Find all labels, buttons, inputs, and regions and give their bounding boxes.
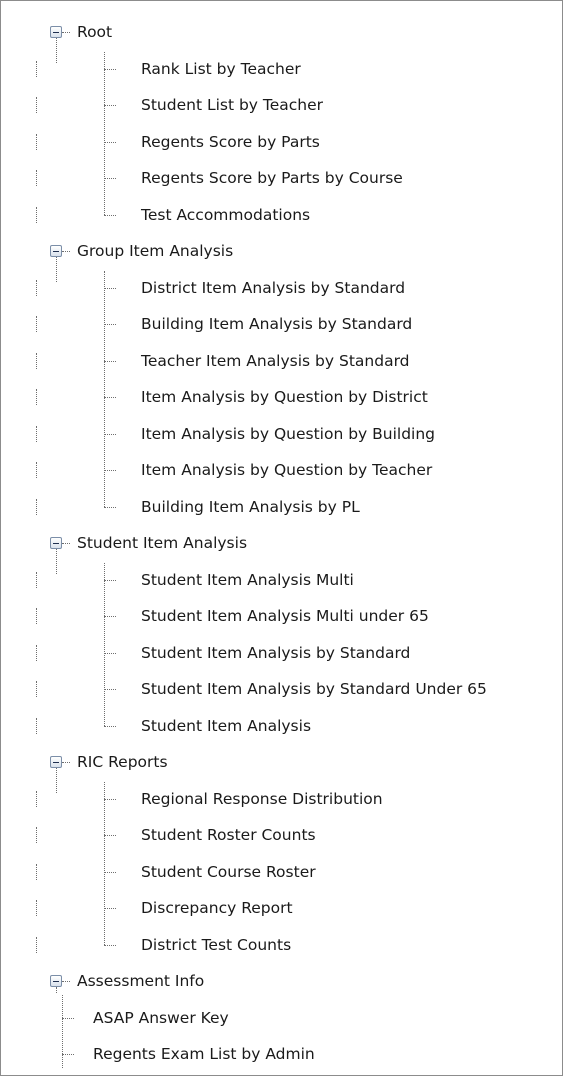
- tree-connector-line: [36, 900, 37, 916]
- tree-connector-line: [36, 644, 37, 661]
- tree-connector-line: [62, 981, 70, 982]
- tree-connector-line: [36, 936, 37, 953]
- tree-connector-line: [104, 287, 116, 289]
- tree-connector-line: [36, 498, 37, 515]
- report-tree-panel: Root Rank List by Teacher Student List by …: [0, 0, 563, 1076]
- tree-connector-line: [36, 790, 37, 807]
- tree-connector-line: [104, 835, 116, 836]
- tree-connector-line: [104, 141, 116, 143]
- minus-icon: [53, 31, 59, 33]
- tree-connector-line: [104, 68, 116, 70]
- tree-connector-line: [36, 316, 37, 332]
- tree-connector-line: [104, 652, 116, 654]
- tree-leaf-label[interactable]: Regents Score by Parts: [141, 132, 320, 152]
- tree-connector-line: [36, 60, 37, 77]
- tree-connector-line: [36, 608, 37, 624]
- tree-connector-line: [104, 433, 116, 435]
- tree-connector-line: [104, 798, 116, 800]
- tree-connector-line: [104, 105, 116, 106]
- tree-leaf-label[interactable]: Student Item Analysis by Standard: [141, 643, 410, 663]
- tree-connector-line: [104, 470, 116, 471]
- tree-connector-line: [104, 579, 116, 581]
- tree-leaf-label[interactable]: Student Course Roster: [141, 862, 316, 882]
- tree-connector-line: [104, 178, 116, 179]
- tree-connector-line: [36, 681, 37, 697]
- tree-connector-line: [104, 908, 116, 909]
- tree-connector-line: [62, 543, 70, 544]
- tree-connector-line: [104, 360, 116, 362]
- tree-leaf-label[interactable]: Item Analysis by Question by Teacher: [141, 460, 432, 480]
- tree-connector-line: [62, 1054, 74, 1055]
- tree-connector-line: [36, 97, 37, 113]
- tree-connector-line: [36, 206, 37, 223]
- tree-connector-line: [104, 324, 116, 325]
- minus-icon: [53, 542, 59, 544]
- tree-connector-line: [104, 214, 116, 216]
- minus-icon: [53, 761, 59, 763]
- tree-connector-line: [104, 616, 116, 617]
- tree-connector-line: [104, 725, 116, 727]
- tree-connector-line: [36, 170, 37, 186]
- tree-leaf-label[interactable]: Student Item Analysis: [141, 716, 311, 736]
- tree-group-label[interactable]: Group Item Analysis: [77, 241, 233, 261]
- tree-leaf-label[interactable]: Item Analysis by Question by District: [141, 387, 428, 407]
- tree-leaf-label[interactable]: Discrepancy Report: [141, 898, 293, 918]
- tree-leaf-node[interactable]: [1, 1000, 562, 1036]
- tree-leaf-label[interactable]: Regional Response Distribution: [141, 789, 383, 809]
- tree-group-label[interactable]: RIC Reports: [77, 752, 168, 772]
- tree-connector-line: [36, 571, 37, 588]
- tree-leaf-label[interactable]: District Item Analysis by Standard: [141, 278, 405, 298]
- tree-group-label[interactable]: Assessment Info: [77, 971, 204, 991]
- tree-leaf-label[interactable]: ASAP Answer Key: [93, 1008, 229, 1028]
- tree-connector-line: [104, 944, 116, 946]
- minus-icon: [53, 980, 59, 982]
- tree-connector-line: [36, 389, 37, 405]
- tree-group-label[interactable]: Root: [77, 22, 112, 42]
- tree-connector-line: [36, 827, 37, 843]
- tree-connector-line: [56, 987, 57, 993]
- tree-connector-line: [36, 133, 37, 150]
- tree-connector-line: [36, 425, 37, 442]
- tree-connector-line: [36, 279, 37, 296]
- tree-leaf-label[interactable]: Teacher Item Analysis by Standard: [141, 351, 410, 371]
- tree-leaf-label[interactable]: Student List by Teacher: [141, 95, 323, 115]
- tree-leaf-label[interactable]: Regents Exam List by Admin: [93, 1044, 315, 1064]
- tree-connector-line: [104, 689, 116, 690]
- tree-leaf-label[interactable]: Regents Score by Parts by Course: [141, 168, 403, 188]
- tree-connector-line: [36, 352, 37, 369]
- tree-leaf-label[interactable]: Student Item Analysis Multi under 65: [141, 606, 429, 626]
- tree-connector-line: [104, 506, 116, 508]
- tree-leaf-label[interactable]: Student Item Analysis Multi: [141, 570, 354, 590]
- tree-connector-line: [36, 863, 37, 880]
- tree-connector-line: [62, 1017, 74, 1019]
- collapse-toggle-icon[interactable]: [50, 756, 62, 768]
- tree-leaf-label[interactable]: Student Roster Counts: [141, 825, 316, 845]
- tree-group-label[interactable]: Student Item Analysis: [77, 533, 247, 553]
- tree-connector-line: [36, 462, 37, 478]
- tree-connector-line: [36, 717, 37, 734]
- tree-leaf-label[interactable]: District Test Counts: [141, 935, 291, 955]
- tree-leaf-label[interactable]: Rank List by Teacher: [141, 59, 301, 79]
- tree-leaf-label[interactable]: Test Accommodations: [141, 205, 310, 225]
- tree-leaf-label[interactable]: Student Item Analysis by Standard Under …: [141, 679, 487, 699]
- minus-icon: [53, 250, 59, 252]
- tree-connector-line: [62, 32, 70, 33]
- collapse-toggle-icon[interactable]: [50, 245, 62, 257]
- tree-connector-line: [104, 871, 116, 873]
- collapse-toggle-icon[interactable]: [50, 537, 62, 549]
- tree-connector-line: [62, 251, 70, 252]
- collapse-toggle-icon[interactable]: [50, 26, 62, 38]
- collapse-toggle-icon[interactable]: [50, 975, 62, 987]
- tree-leaf-label[interactable]: Item Analysis by Question by Building: [141, 424, 435, 444]
- tree-leaf-label[interactable]: Building Item Analysis by Standard: [141, 314, 412, 334]
- tree-connector-line: [104, 397, 116, 398]
- tree-connector-line: [62, 762, 70, 763]
- tree-leaf-label[interactable]: Building Item Analysis by PL: [141, 497, 360, 517]
